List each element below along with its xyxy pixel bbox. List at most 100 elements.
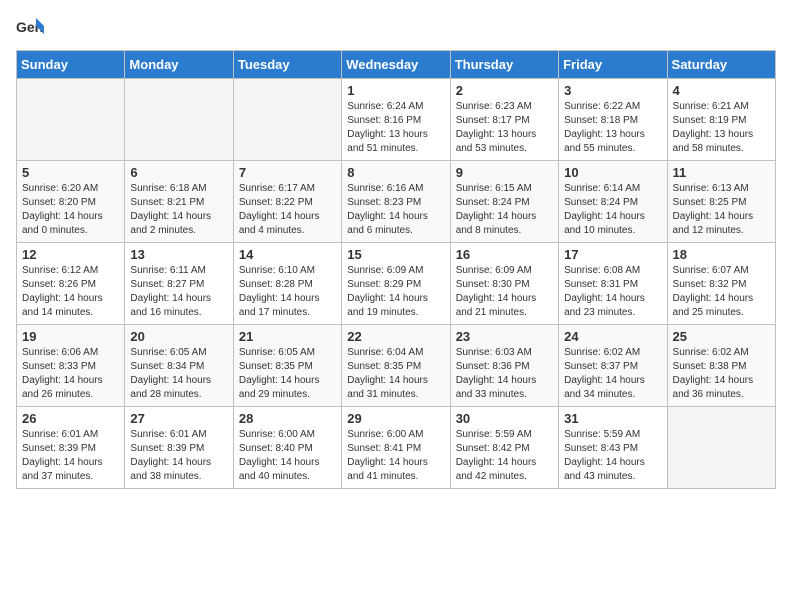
day-info: Sunrise: 6:06 AM Sunset: 8:33 PM Dayligh… xyxy=(22,346,119,402)
calendar-cell: 3Sunrise: 6:22 AM Sunset: 8:18 PM Daylig… xyxy=(559,79,667,161)
day-info: Sunrise: 6:05 AM Sunset: 8:34 PM Dayligh… xyxy=(130,346,227,402)
logo-icon: Gen xyxy=(16,16,44,38)
day-number: 29 xyxy=(347,411,444,426)
logo: Gen xyxy=(16,16,48,38)
day-number: 31 xyxy=(564,411,661,426)
day-info: Sunrise: 6:17 AM Sunset: 8:22 PM Dayligh… xyxy=(239,182,336,238)
header: Gen xyxy=(16,16,776,38)
day-info: Sunrise: 6:18 AM Sunset: 8:21 PM Dayligh… xyxy=(130,182,227,238)
calendar-cell: 1 Sunrise: 6:24 AM Sunset: 8:16 PM Daylig… xyxy=(342,79,450,161)
calendar-week-row: 12 Sunrise: 6:12 AM Sunset: 8:26 PM Dayli… xyxy=(17,243,776,325)
calendar-cell: 13 Sunrise: 6:11 AM Sunset: 8:27 PM Dayli… xyxy=(125,243,233,325)
day-number: 12 xyxy=(22,247,119,262)
calendar-cell: 7Sunrise: 6:17 AM Sunset: 8:22 PM Daylig… xyxy=(233,161,341,243)
day-number: 2 xyxy=(456,83,553,98)
day-info: Sunrise: 6:05 AM Sunset: 8:35 PM Dayligh… xyxy=(239,346,336,402)
day-number: 22 xyxy=(347,329,444,344)
day-info: Sunrise: 6:02 AM Sunset: 8:38 PM Dayligh… xyxy=(673,346,770,402)
calendar-cell: 5 Sunrise: 6:20 AM Sunset: 8:20 PM Daylig… xyxy=(17,161,125,243)
day-number: 1 xyxy=(347,83,444,98)
day-number: 30 xyxy=(456,411,553,426)
day-number: 13 xyxy=(130,247,227,262)
day-info: Sunrise: 6:13 AM Sunset: 8:25 PM Dayligh… xyxy=(673,182,770,238)
calendar-cell: 21 Sunrise: 6:05 AM Sunset: 8:35 PM Dayli… xyxy=(233,325,341,407)
day-number: 26 xyxy=(22,411,119,426)
calendar-cell: 9 Sunrise: 6:15 AM Sunset: 8:24 PM Daylig… xyxy=(450,161,558,243)
calendar-table: SundayMondayTuesdayWednesdayThursdayFrid… xyxy=(16,50,776,489)
day-number: 19 xyxy=(22,329,119,344)
calendar-header-thursday: Thursday xyxy=(450,51,558,79)
day-number: 9 xyxy=(456,165,553,180)
day-info: Sunrise: 6:01 AM Sunset: 8:39 PM Dayligh… xyxy=(22,428,119,484)
day-info: Sunrise: 5:59 AM Sunset: 8:43 PM Dayligh… xyxy=(564,428,661,484)
calendar-cell: 8 Sunrise: 6:16 AM Sunset: 8:23 PM Daylig… xyxy=(342,161,450,243)
calendar-cell: 4 Sunrise: 6:21 AM Sunset: 8:19 PM Daylig… xyxy=(667,79,775,161)
calendar-cell: 30 Sunrise: 5:59 AM Sunset: 8:42 PM Dayli… xyxy=(450,407,558,489)
day-number: 5 xyxy=(22,165,119,180)
day-number: 15 xyxy=(347,247,444,262)
day-info: Sunrise: 6:01 AM Sunset: 8:39 PM Dayligh… xyxy=(130,428,227,484)
day-info: Sunrise: 6:24 AM Sunset: 8:16 PM Dayligh… xyxy=(347,100,444,156)
day-number: 28 xyxy=(239,411,336,426)
day-number: 27 xyxy=(130,411,227,426)
calendar-header-tuesday: Tuesday xyxy=(233,51,341,79)
day-info: Sunrise: 6:00 AM Sunset: 8:40 PM Dayligh… xyxy=(239,428,336,484)
day-info: Sunrise: 6:08 AM Sunset: 8:31 PM Dayligh… xyxy=(564,264,661,320)
calendar-cell: 18 Sunrise: 6:07 AM Sunset: 8:32 PM Dayli… xyxy=(667,243,775,325)
day-number: 8 xyxy=(347,165,444,180)
day-info: Sunrise: 6:22 AM Sunset: 8:18 PM Dayligh… xyxy=(564,100,661,156)
calendar-cell: 26 Sunrise: 6:01 AM Sunset: 8:39 PM Dayli… xyxy=(17,407,125,489)
calendar-cell: 31 Sunrise: 5:59 AM Sunset: 8:43 PM Dayli… xyxy=(559,407,667,489)
calendar-week-row: 19 Sunrise: 6:06 AM Sunset: 8:33 PM Dayli… xyxy=(17,325,776,407)
day-info: Sunrise: 6:21 AM Sunset: 8:19 PM Dayligh… xyxy=(673,100,770,156)
calendar-cell: 12 Sunrise: 6:12 AM Sunset: 8:26 PM Dayli… xyxy=(17,243,125,325)
calendar-cell: 11 Sunrise: 6:13 AM Sunset: 8:25 PM Dayli… xyxy=(667,161,775,243)
day-number: 10 xyxy=(564,165,661,180)
calendar-cell: 16Sunrise: 6:09 AM Sunset: 8:30 PM Dayli… xyxy=(450,243,558,325)
calendar-cell: 29 Sunrise: 6:00 AM Sunset: 8:41 PM Dayli… xyxy=(342,407,450,489)
calendar-cell xyxy=(667,407,775,489)
day-info: Sunrise: 6:20 AM Sunset: 8:20 PM Dayligh… xyxy=(22,182,119,238)
calendar-cell: 23Sunrise: 6:03 AM Sunset: 8:36 PM Dayli… xyxy=(450,325,558,407)
calendar-cell xyxy=(125,79,233,161)
day-info: Sunrise: 6:15 AM Sunset: 8:24 PM Dayligh… xyxy=(456,182,553,238)
day-number: 4 xyxy=(673,83,770,98)
calendar-cell: 17 Sunrise: 6:08 AM Sunset: 8:31 PM Dayli… xyxy=(559,243,667,325)
day-info: Sunrise: 5:59 AM Sunset: 8:42 PM Dayligh… xyxy=(456,428,553,484)
calendar-cell: 28 Sunrise: 6:00 AM Sunset: 8:40 PM Dayli… xyxy=(233,407,341,489)
day-info: Sunrise: 6:09 AM Sunset: 8:29 PM Dayligh… xyxy=(347,264,444,320)
day-number: 14 xyxy=(239,247,336,262)
calendar-cell: 25Sunrise: 6:02 AM Sunset: 8:38 PM Dayli… xyxy=(667,325,775,407)
day-info: Sunrise: 6:02 AM Sunset: 8:37 PM Dayligh… xyxy=(564,346,661,402)
calendar-cell: 20Sunrise: 6:05 AM Sunset: 8:34 PM Dayli… xyxy=(125,325,233,407)
day-info: Sunrise: 6:11 AM Sunset: 8:27 PM Dayligh… xyxy=(130,264,227,320)
calendar-cell xyxy=(17,79,125,161)
calendar-header-friday: Friday xyxy=(559,51,667,79)
calendar-body: 1 Sunrise: 6:24 AM Sunset: 8:16 PM Daylig… xyxy=(17,79,776,489)
day-number: 11 xyxy=(673,165,770,180)
calendar-week-row: 26 Sunrise: 6:01 AM Sunset: 8:39 PM Dayli… xyxy=(17,407,776,489)
day-number: 21 xyxy=(239,329,336,344)
calendar-cell: 6 Sunrise: 6:18 AM Sunset: 8:21 PM Daylig… xyxy=(125,161,233,243)
day-info: Sunrise: 6:12 AM Sunset: 8:26 PM Dayligh… xyxy=(22,264,119,320)
day-info: Sunrise: 6:00 AM Sunset: 8:41 PM Dayligh… xyxy=(347,428,444,484)
calendar-cell: 27 Sunrise: 6:01 AM Sunset: 8:39 PM Dayli… xyxy=(125,407,233,489)
calendar-header-wednesday: Wednesday xyxy=(342,51,450,79)
calendar-cell: 14 Sunrise: 6:10 AM Sunset: 8:28 PM Dayli… xyxy=(233,243,341,325)
day-info: Sunrise: 6:16 AM Sunset: 8:23 PM Dayligh… xyxy=(347,182,444,238)
calendar-header-sunday: Sunday xyxy=(17,51,125,79)
calendar-cell: 15 Sunrise: 6:09 AM Sunset: 8:29 PM Dayli… xyxy=(342,243,450,325)
day-number: 18 xyxy=(673,247,770,262)
calendar-header-monday: Monday xyxy=(125,51,233,79)
day-number: 6 xyxy=(130,165,227,180)
day-info: Sunrise: 6:07 AM Sunset: 8:32 PM Dayligh… xyxy=(673,264,770,320)
calendar-header-row: SundayMondayTuesdayWednesdayThursdayFrid… xyxy=(17,51,776,79)
day-number: 17 xyxy=(564,247,661,262)
calendar-header-saturday: Saturday xyxy=(667,51,775,79)
day-info: Sunrise: 6:10 AM Sunset: 8:28 PM Dayligh… xyxy=(239,264,336,320)
calendar-cell: 10Sunrise: 6:14 AM Sunset: 8:24 PM Dayli… xyxy=(559,161,667,243)
calendar-cell: 2Sunrise: 6:23 AM Sunset: 8:17 PM Daylig… xyxy=(450,79,558,161)
day-number: 16 xyxy=(456,247,553,262)
calendar-week-row: 5 Sunrise: 6:20 AM Sunset: 8:20 PM Daylig… xyxy=(17,161,776,243)
day-number: 23 xyxy=(456,329,553,344)
